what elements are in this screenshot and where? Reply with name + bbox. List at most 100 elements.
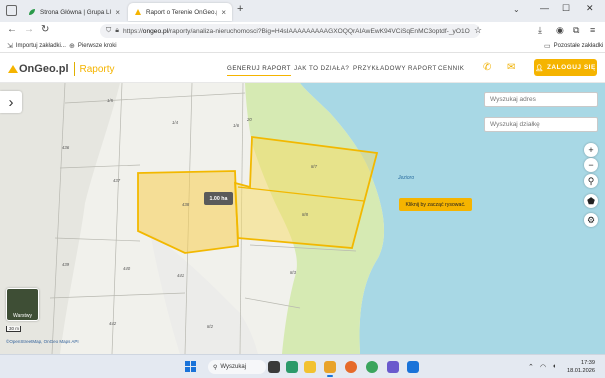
bookmark-label: Pozostałe zakładki [553,43,604,49]
layers-label: Warstwy [13,313,32,319]
tab-title: Raport o Terenie OnGeo.pl – A [146,8,217,16]
layers-button[interactable]: Warstwy [6,288,39,321]
search-zoom-button[interactable]: ⚲ [584,174,598,188]
url-field[interactable]: ⛉ 🔒︎ https://ongeo.pl/raporty/analiza-ni… [100,24,480,38]
menu-generuj-raport[interactable]: GENERUJ RAPORT [227,65,291,76]
other-bookmarks[interactable]: ▭ Pozostałe zakładki [544,42,603,50]
minus-icon: − [588,160,594,170]
leaf-favicon-icon [29,9,35,15]
parcel-label: 8/8 [302,212,308,217]
gear-icon: ⚙ [586,214,596,225]
globe-icon: ⊕ [69,43,75,50]
menu-jak-to-dziala[interactable]: JAK TO DZIAŁA? [294,65,349,72]
windows-start-icon[interactable] [185,361,196,372]
draw-hint-tooltip: Kliknij by zacząć rysować. [399,198,472,211]
polygon-icon: ⬟ [587,195,595,206]
sidebar-toggle-button[interactable]: › [0,91,22,113]
parcel-search-input[interactable] [484,117,598,132]
folder-icon: ▭ [544,43,551,50]
search-icon: ⚲ [213,364,218,371]
ongeo-logo[interactable]: OnGeo.pl Raporty [8,62,115,76]
tab-ongeo-raport[interactable]: Raport o Terenie OnGeo.pl – A × [128,3,232,21]
area-badge: 1.00 ha [204,192,233,205]
teams-icon[interactable] [387,361,399,373]
lake-label: Jezioro [398,175,415,181]
tab-title: Strona Główna | Grupa LUX ME [40,8,111,16]
bookmark-import[interactable]: ⇲ Importuj zakładki... [7,42,66,50]
forward-icon[interactable]: → [24,24,34,35]
maximize-icon[interactable]: ☐ [562,3,570,14]
login-button[interactable]: 👤︎ ZALOGUJ SIĘ [534,59,597,76]
map-view[interactable]: 1/5 1/4 1/6 20 436 437 438 439 440 441 4… [0,83,605,354]
date: 18.01.2026 [567,368,595,374]
map-scale: 30 m [6,326,21,332]
menu-cennik[interactable]: CENNIK [438,65,464,72]
parcel-label: 442 [109,321,117,326]
firefox-icon[interactable] [345,361,357,373]
selected-parcel-area [234,135,379,249]
taskbar: ⚲ Wyszukaj ⌃ ◠ ◖ 17:39 18.01.2026 [0,354,605,378]
zoom-in-button[interactable]: + [584,143,598,157]
bookmark-first-steps[interactable]: ⊕ Pierwsze kroki [69,42,117,50]
app-icon[interactable] [286,361,298,373]
tray-chevron-icon[interactable]: ⌃ [528,363,534,371]
mail-app-icon[interactable] [324,361,336,377]
url-text: https://ongeo.pl/raporty/analiza-nieruch… [122,27,470,35]
reload-icon[interactable]: ↻ [41,24,49,35]
address-search-input[interactable] [484,92,598,107]
plus-icon: + [588,145,594,155]
new-tab-icon[interactable]: + [237,3,243,15]
close-tab-icon[interactable]: × [115,8,120,17]
chevron-right-icon: › [8,93,14,111]
logo-subtitle: Raporty [79,63,115,75]
parcel-label: 1/6 [233,123,239,128]
tab-overview-icon[interactable] [6,5,17,16]
logo-divider [73,62,75,76]
parcel-label: 20 [247,117,252,122]
downloads-icon[interactable]: ⤓ [538,25,542,36]
time: 17:39 [581,360,595,366]
ongeo-logo-icon [8,65,18,73]
lock-icon[interactable]: 🔒︎ [115,27,119,35]
bookmark-label: Importuj zakładki... [15,43,66,49]
menu-przykladowy-raport[interactable]: PRZYKŁADOWY RAPORT [353,65,437,72]
login-label: ZALOGUJ SIĘ [546,64,596,71]
close-window-icon[interactable]: ✕ [586,3,594,14]
bookmark-star-icon[interactable]: ☆ [474,25,482,36]
parcel-label: 437 [113,178,121,183]
map-attribution[interactable]: ©OpenStreetMap, OnGeo Maps API [6,339,79,344]
site-info-icon[interactable]: ⛉ [106,27,111,35]
mail-icon[interactable]: ✉ [507,62,515,73]
tab-grupa-lux[interactable]: Strona Główna | Grupa LUX ME × [22,3,126,21]
parcel-label: 1/5 [107,98,113,103]
close-tab-icon[interactable]: × [221,8,226,17]
wifi-icon[interactable]: ◠ [540,363,546,371]
parcel-label: 1/4 [172,120,178,125]
parcel-label: 441 [177,273,185,278]
minimize-icon[interactable]: — [540,3,549,13]
tab-list-chevron-icon[interactable]: ⌄ [513,5,520,14]
extensions-icon[interactable]: ⧉ [573,25,579,36]
file-explorer-icon[interactable] [304,361,316,373]
parcel-label: 440 [123,266,131,271]
bookmarks-bar: ⇲ Importuj zakładki... ⊕ Pierwsze kroki … [0,40,605,53]
parcel-label: 436 [62,145,70,150]
clock[interactable]: 17:39 18.01.2026 [567,359,595,375]
phone-icon[interactable]: ✆ [483,62,491,73]
user-icon: 👤︎ [535,64,544,72]
address-toolbar: ← → ↻ ⛉ 🔒︎ https://ongeo.pl/raporty/anal… [0,22,605,40]
import-icon: ⇲ [7,43,13,50]
volume-icon[interactable]: ◖ [552,363,556,370]
settings-button[interactable]: ⚙ [584,213,598,227]
outlook-icon[interactable] [407,361,419,373]
parcel-label: 8/7 [311,164,317,169]
taskbar-search[interactable]: ⚲ Wyszukaj [208,360,266,374]
taskbar-search-label: Wyszukaj [220,364,247,370]
draw-polygon-button[interactable]: ⬟ [584,194,598,208]
zoom-out-button[interactable]: − [584,158,598,172]
chrome-icon[interactable] [366,361,378,373]
task-view-icon[interactable] [268,361,280,373]
back-icon[interactable]: ← [7,24,17,35]
app-menu-icon[interactable]: ≡ [590,25,595,35]
account-icon[interactable]: ◉ [556,25,564,36]
